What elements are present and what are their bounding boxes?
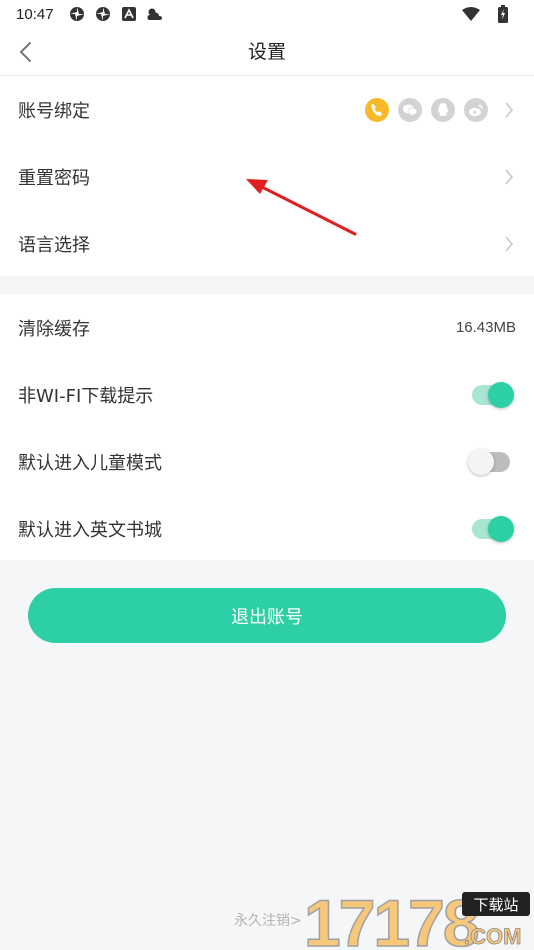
pinwheel-icon (68, 5, 86, 23)
english-store-row: 默认进入英文书城 (0, 495, 534, 562)
watermark-domain: .COM (464, 924, 521, 949)
non-wifi-prompt-toggle[interactable] (472, 381, 514, 408)
language-row[interactable]: 语言选择 (0, 210, 534, 277)
qq-icon[interactable] (431, 97, 455, 122)
kids-mode-row: 默认进入儿童模式 (0, 428, 534, 495)
kids-mode-toggle[interactable] (468, 448, 510, 475)
kids-mode-label: 默认进入儿童模式 (18, 452, 162, 474)
weibo-icon[interactable] (464, 97, 488, 122)
status-time: 10:47 (16, 5, 54, 23)
non-wifi-prompt-row: 非WI-FI下载提示 (0, 361, 534, 428)
bind-icons (365, 97, 488, 122)
weather-icon (146, 5, 164, 23)
english-store-label: 默认进入英文书城 (18, 519, 162, 541)
reset-password-label: 重置密码 (18, 167, 90, 189)
account-binding-row[interactable]: 账号绑定 (0, 76, 534, 143)
cache-size-value: 16.43MB (455, 319, 516, 336)
account-settings-group: 账号绑定 重置密码 语言选择 (0, 76, 534, 276)
preferences-group: 清除缓存 16.43MB 非WI-FI下载提示 默认进入儿童模式 默认进入英文书… (0, 294, 534, 560)
watermark-number: 17178 (304, 888, 478, 950)
chevron-right-icon (502, 234, 516, 254)
battery-charging-icon (494, 5, 512, 23)
permanent-delete-link[interactable]: 永久注销> (234, 910, 302, 930)
phone-icon[interactable] (365, 97, 389, 122)
pinwheel-icon (94, 5, 112, 23)
watermark-tag: 下载站 (473, 896, 518, 914)
wifi-icon (462, 5, 480, 23)
clear-cache-row[interactable]: 清除缓存 16.43MB (0, 294, 534, 361)
nav-bar: 设置 (0, 28, 534, 76)
page-title: 设置 (247, 41, 286, 63)
logout-button[interactable]: 退出账号 (28, 588, 506, 643)
chevron-right-icon (502, 100, 516, 120)
app-a-icon (120, 5, 138, 23)
clear-cache-label: 清除缓存 (18, 318, 90, 340)
non-wifi-prompt-label: 非WI-FI下载提示 (18, 385, 154, 407)
account-binding-label: 账号绑定 (18, 100, 90, 122)
watermark-logo: 17178 下载站 .COM (303, 885, 532, 950)
chevron-right-icon (502, 167, 516, 187)
english-store-toggle[interactable] (472, 515, 514, 542)
wechat-icon[interactable] (398, 97, 422, 122)
language-label: 语言选择 (18, 234, 90, 256)
reset-password-row[interactable]: 重置密码 (0, 143, 534, 210)
status-bar: 10:47 (0, 0, 534, 28)
